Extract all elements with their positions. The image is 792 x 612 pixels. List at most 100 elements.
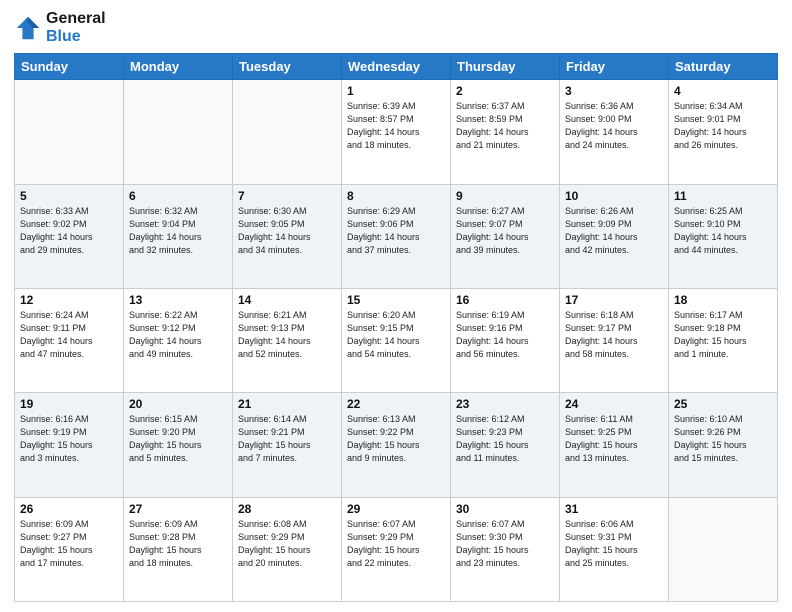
weekday-header-tuesday: Tuesday (233, 54, 342, 80)
calendar-cell: 6 Sunrise: 6:32 AM Sunset: 9:04 PM Daylig… (124, 184, 233, 288)
calendar-table: SundayMondayTuesdayWednesdayThursdayFrid… (14, 53, 778, 602)
calendar-cell: 9Sunrise: 6:27 AM Sunset: 9:07 PM Daylig… (451, 184, 560, 288)
day-info: Sunrise: 6:19 AM Sunset: 9:16 PM Dayligh… (456, 309, 554, 361)
day-info: Sunrise: 6:33 AM Sunset: 9:02 PM Dayligh… (20, 205, 118, 257)
day-number: 2 (456, 84, 554, 98)
calendar-cell: 20 Sunrise: 6:15 AM Sunset: 9:20 PM Dayli… (124, 393, 233, 497)
calendar-cell: 21 Sunrise: 6:14 AM Sunset: 9:21 PM Dayli… (233, 393, 342, 497)
day-number: 26 (20, 502, 118, 516)
day-info: Sunrise: 6:12 AM Sunset: 9:23 PM Dayligh… (456, 413, 554, 465)
day-number: 18 (674, 293, 772, 307)
calendar-cell: 14Sunrise: 6:21 AM Sunset: 9:13 PM Dayli… (233, 288, 342, 392)
weekday-header-monday: Monday (124, 54, 233, 80)
day-info: Sunrise: 6:34 AM Sunset: 9:01 PM Dayligh… (674, 100, 772, 152)
day-info: Sunrise: 6:24 AM Sunset: 9:11 PM Dayligh… (20, 309, 118, 361)
calendar-cell: 18 Sunrise: 6:17 AM Sunset: 9:18 PM Dayli… (669, 288, 778, 392)
calendar-cell: 27Sunrise: 6:09 AM Sunset: 9:28 PM Dayli… (124, 497, 233, 601)
day-info: Sunrise: 6:30 AM Sunset: 9:05 PM Dayligh… (238, 205, 336, 257)
weekday-header-saturday: Saturday (669, 54, 778, 80)
day-info: Sunrise: 6:20 AM Sunset: 9:15 PM Dayligh… (347, 309, 445, 361)
calendar-cell: 13 Sunrise: 6:22 AM Sunset: 9:12 PM Dayli… (124, 288, 233, 392)
day-number: 24 (565, 397, 663, 411)
calendar-cell (669, 497, 778, 601)
calendar-cell: 29Sunrise: 6:07 AM Sunset: 9:29 PM Dayli… (342, 497, 451, 601)
calendar-cell: 24 Sunrise: 6:11 AM Sunset: 9:25 PM Dayli… (560, 393, 669, 497)
calendar-cell: 25 Sunrise: 6:10 AM Sunset: 9:26 PM Dayli… (669, 393, 778, 497)
day-number: 5 (20, 189, 118, 203)
day-info: Sunrise: 6:32 AM Sunset: 9:04 PM Dayligh… (129, 205, 227, 257)
day-info: Sunrise: 6:18 AM Sunset: 9:17 PM Dayligh… (565, 309, 663, 361)
calendar-cell: 11 Sunrise: 6:25 AM Sunset: 9:10 PM Dayli… (669, 184, 778, 288)
calendar-week-4: 19 Sunrise: 6:16 AM Sunset: 9:19 PM Dayli… (15, 393, 778, 497)
day-number: 20 (129, 397, 227, 411)
day-number: 22 (347, 397, 445, 411)
day-number: 3 (565, 84, 663, 98)
logo: General Blue (14, 10, 106, 45)
calendar-cell: 8 Sunrise: 6:29 AM Sunset: 9:06 PM Daylig… (342, 184, 451, 288)
calendar-week-1: 1 Sunrise: 6:39 AM Sunset: 8:57 PM Daylig… (15, 80, 778, 184)
weekday-header-thursday: Thursday (451, 54, 560, 80)
calendar-cell: 4 Sunrise: 6:34 AM Sunset: 9:01 PM Daylig… (669, 80, 778, 184)
day-number: 17 (565, 293, 663, 307)
calendar-week-2: 5 Sunrise: 6:33 AM Sunset: 9:02 PM Daylig… (15, 184, 778, 288)
calendar-cell: 26 Sunrise: 6:09 AM Sunset: 9:27 PM Dayli… (15, 497, 124, 601)
day-number: 23 (456, 397, 554, 411)
calendar-cell: 15Sunrise: 6:20 AM Sunset: 9:15 PM Dayli… (342, 288, 451, 392)
header: General Blue (14, 10, 778, 45)
page: General Blue SundayMondayTuesdayWednesda… (0, 0, 792, 612)
calendar-cell: 30 Sunrise: 6:07 AM Sunset: 9:30 PM Dayli… (451, 497, 560, 601)
day-number: 12 (20, 293, 118, 307)
day-number: 30 (456, 502, 554, 516)
weekday-header-friday: Friday (560, 54, 669, 80)
weekday-header-sunday: Sunday (15, 54, 124, 80)
day-number: 8 (347, 189, 445, 203)
day-info: Sunrise: 6:11 AM Sunset: 9:25 PM Dayligh… (565, 413, 663, 465)
calendar-cell: 1 Sunrise: 6:39 AM Sunset: 8:57 PM Daylig… (342, 80, 451, 184)
day-info: Sunrise: 6:16 AM Sunset: 9:19 PM Dayligh… (20, 413, 118, 465)
day-info: Sunrise: 6:25 AM Sunset: 9:10 PM Dayligh… (674, 205, 772, 257)
day-info: Sunrise: 6:07 AM Sunset: 9:30 PM Dayligh… (456, 518, 554, 570)
day-info: Sunrise: 6:13 AM Sunset: 9:22 PM Dayligh… (347, 413, 445, 465)
day-number: 7 (238, 189, 336, 203)
day-info: Sunrise: 6:17 AM Sunset: 9:18 PM Dayligh… (674, 309, 772, 361)
calendar-cell (233, 80, 342, 184)
day-info: Sunrise: 6:29 AM Sunset: 9:06 PM Dayligh… (347, 205, 445, 257)
calendar-cell: 31 Sunrise: 6:06 AM Sunset: 9:31 PM Dayli… (560, 497, 669, 601)
calendar-cell: 3 Sunrise: 6:36 AM Sunset: 9:00 PM Daylig… (560, 80, 669, 184)
day-number: 11 (674, 189, 772, 203)
day-number: 6 (129, 189, 227, 203)
calendar-cell: 16Sunrise: 6:19 AM Sunset: 9:16 PM Dayli… (451, 288, 560, 392)
day-info: Sunrise: 6:37 AM Sunset: 8:59 PM Dayligh… (456, 100, 554, 152)
day-number: 31 (565, 502, 663, 516)
day-info: Sunrise: 6:14 AM Sunset: 9:21 PM Dayligh… (238, 413, 336, 465)
day-number: 14 (238, 293, 336, 307)
calendar-cell (124, 80, 233, 184)
calendar-cell: 17 Sunrise: 6:18 AM Sunset: 9:17 PM Dayli… (560, 288, 669, 392)
day-info: Sunrise: 6:27 AM Sunset: 9:07 PM Dayligh… (456, 205, 554, 257)
day-info: Sunrise: 6:10 AM Sunset: 9:26 PM Dayligh… (674, 413, 772, 465)
calendar-cell: 5 Sunrise: 6:33 AM Sunset: 9:02 PM Daylig… (15, 184, 124, 288)
calendar-cell: 7 Sunrise: 6:30 AM Sunset: 9:05 PM Daylig… (233, 184, 342, 288)
day-info: Sunrise: 6:22 AM Sunset: 9:12 PM Dayligh… (129, 309, 227, 361)
day-info: Sunrise: 6:15 AM Sunset: 9:20 PM Dayligh… (129, 413, 227, 465)
day-number: 25 (674, 397, 772, 411)
day-number: 27 (129, 502, 227, 516)
day-number: 19 (20, 397, 118, 411)
calendar-cell (15, 80, 124, 184)
day-info: Sunrise: 6:08 AM Sunset: 9:29 PM Dayligh… (238, 518, 336, 570)
day-number: 21 (238, 397, 336, 411)
calendar-cell: 12 Sunrise: 6:24 AM Sunset: 9:11 PM Dayli… (15, 288, 124, 392)
weekday-header-row: SundayMondayTuesdayWednesdayThursdayFrid… (15, 54, 778, 80)
calendar-cell: 19 Sunrise: 6:16 AM Sunset: 9:19 PM Dayli… (15, 393, 124, 497)
day-info: Sunrise: 6:36 AM Sunset: 9:00 PM Dayligh… (565, 100, 663, 152)
calendar-week-3: 12 Sunrise: 6:24 AM Sunset: 9:11 PM Dayli… (15, 288, 778, 392)
weekday-header-wednesday: Wednesday (342, 54, 451, 80)
day-info: Sunrise: 6:09 AM Sunset: 9:27 PM Dayligh… (20, 518, 118, 570)
day-number: 13 (129, 293, 227, 307)
day-info: Sunrise: 6:39 AM Sunset: 8:57 PM Dayligh… (347, 100, 445, 152)
day-info: Sunrise: 6:06 AM Sunset: 9:31 PM Dayligh… (565, 518, 663, 570)
day-number: 4 (674, 84, 772, 98)
day-info: Sunrise: 6:26 AM Sunset: 9:09 PM Dayligh… (565, 205, 663, 257)
day-number: 1 (347, 84, 445, 98)
logo-text: General Blue (46, 10, 106, 45)
